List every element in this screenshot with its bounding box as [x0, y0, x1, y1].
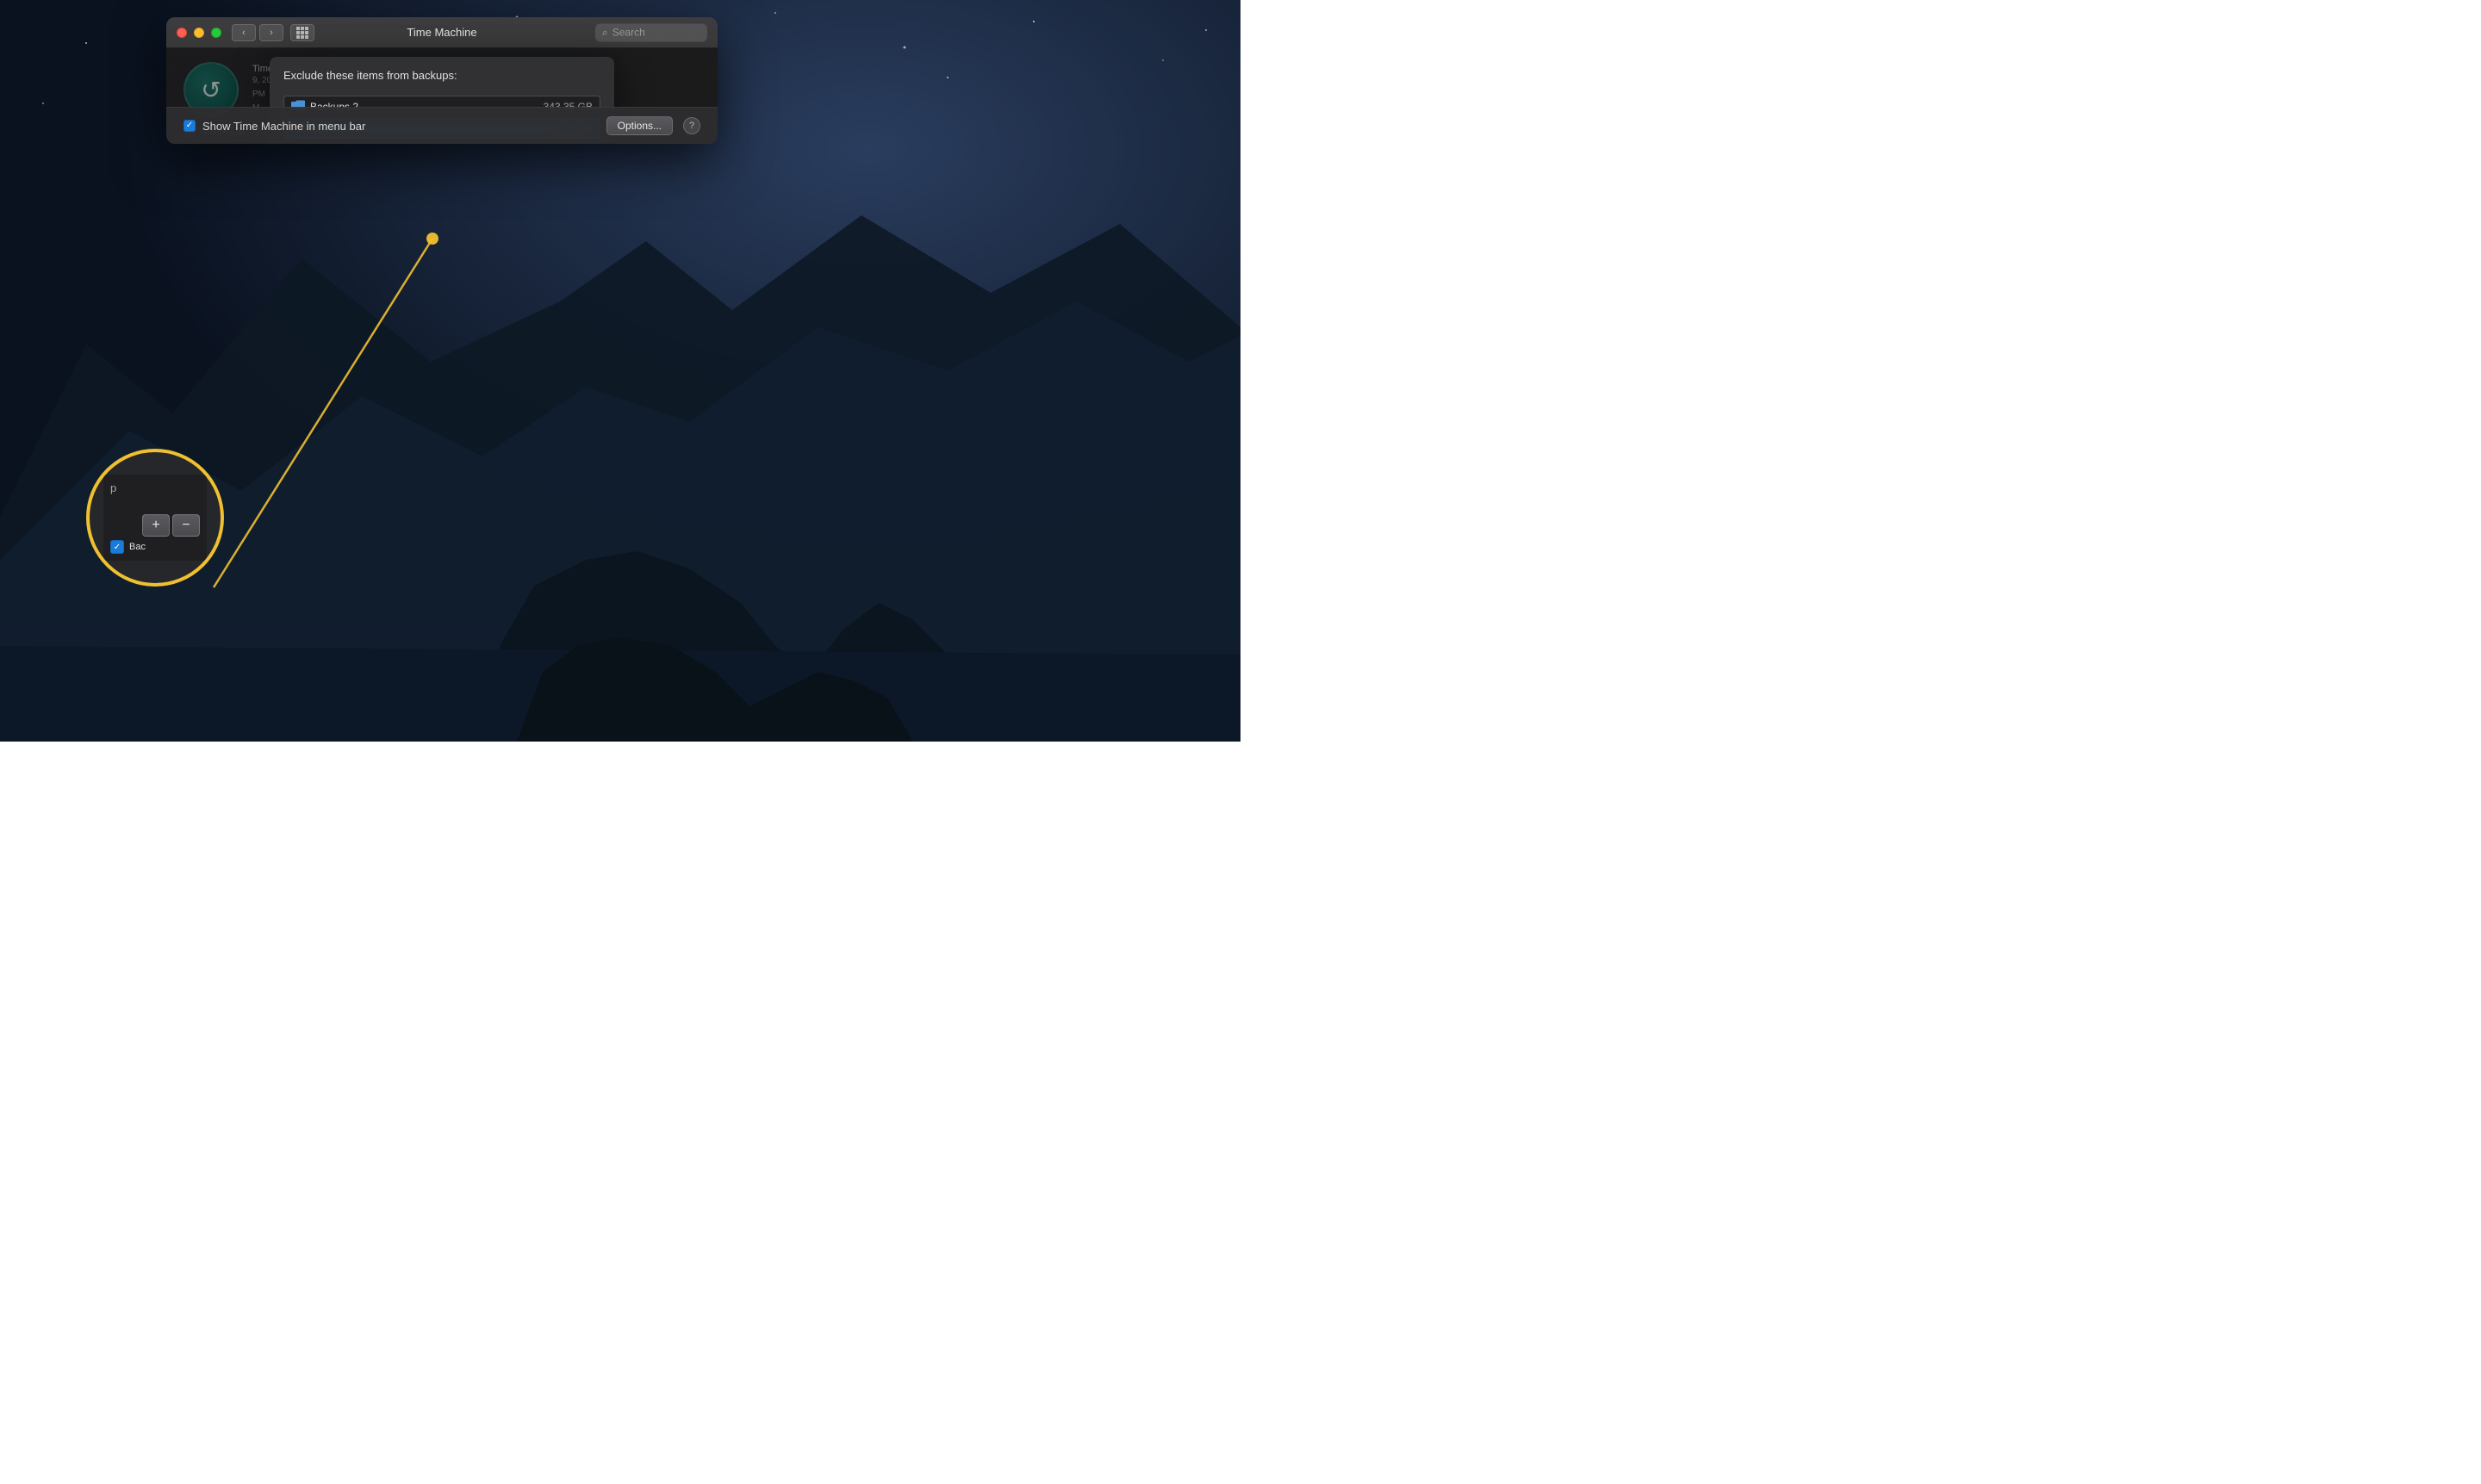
- maximize-button[interactable]: [211, 28, 221, 38]
- grid-view-button[interactable]: [290, 24, 314, 41]
- zoom-checkbox-label: Bac: [129, 542, 146, 552]
- show-menu-bar-row: ✓ Show Time Machine in menu bar: [183, 120, 596, 133]
- zoom-remove-button[interactable]: −: [172, 514, 200, 537]
- forward-nav-button[interactable]: ›: [259, 24, 283, 41]
- zoom-fragment: p + − ✓ Bac: [103, 475, 207, 561]
- traffic-lights: [177, 28, 221, 38]
- window-title: Time Machine: [407, 26, 476, 39]
- zoom-content: p + − ✓ Bac: [90, 461, 221, 574]
- sheet-title: Exclude these items from backups:: [283, 69, 600, 82]
- window-body: ↺ Time Machine 9, 2019 PM M ✓: [166, 48, 718, 144]
- zoom-add-remove-buttons: + −: [142, 514, 200, 537]
- options-button[interactable]: Options...: [606, 116, 673, 135]
- zoom-circle-annotation: p + − ✓ Bac: [86, 449, 224, 587]
- grid-icon: [296, 27, 308, 39]
- zoom-checkbox[interactable]: ✓: [110, 540, 124, 554]
- search-icon: ⌕: [602, 26, 608, 39]
- back-nav-button[interactable]: ‹: [232, 24, 256, 41]
- search-placeholder: Search: [612, 27, 645, 39]
- time-machine-window: ‹ › Time Machine ⌕ Search: [166, 17, 718, 144]
- zoom-add-button[interactable]: +: [142, 514, 170, 537]
- nav-buttons: ‹ ›: [232, 24, 283, 41]
- show-menu-bar-checkbox[interactable]: ✓: [183, 120, 196, 132]
- show-menu-bar-label: Show Time Machine in menu bar: [202, 120, 365, 133]
- bottom-bar: ✓ Show Time Machine in menu bar Options.…: [166, 107, 718, 144]
- zoom-checkbox-check-icon: ✓: [114, 543, 121, 552]
- zoom-checkbox-row: ✓ Bac: [110, 540, 146, 554]
- title-bar: ‹ › Time Machine ⌕ Search: [166, 17, 718, 48]
- desktop: ‹ › Time Machine ⌕ Search: [0, 0, 1240, 742]
- close-button[interactable]: [177, 28, 187, 38]
- minimize-button[interactable]: [194, 28, 204, 38]
- search-bar[interactable]: ⌕ Search: [595, 23, 707, 41]
- bottom-help-button[interactable]: ?: [683, 117, 700, 134]
- sheet-header: Exclude these items from backups:: [270, 57, 614, 96]
- zoom-p-letter: p: [110, 481, 116, 494]
- show-menu-check-icon: ✓: [186, 121, 193, 130]
